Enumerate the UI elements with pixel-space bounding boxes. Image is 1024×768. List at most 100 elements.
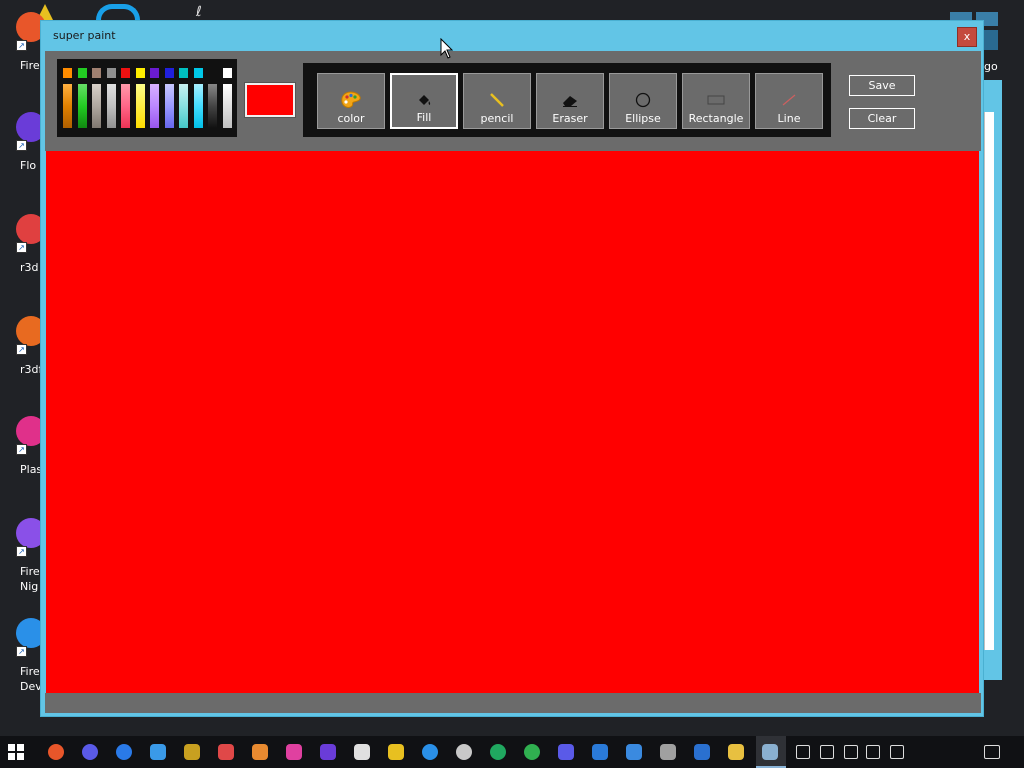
clear-button[interactable]: Clear bbox=[849, 108, 915, 129]
palette-swatch[interactable] bbox=[179, 68, 188, 78]
palette-swatch[interactable] bbox=[106, 68, 116, 78]
tool-label: pencil bbox=[480, 112, 514, 125]
shortcut-arrow-icon: ↗ bbox=[16, 444, 27, 455]
current-color-swatch[interactable] bbox=[244, 82, 296, 118]
fox-orange-icon[interactable] bbox=[252, 744, 268, 760]
bird-blue-icon[interactable] bbox=[592, 744, 608, 760]
tool-color-button[interactable]: color bbox=[317, 73, 385, 129]
windows-start-icon[interactable] bbox=[8, 744, 24, 760]
palette-shade-bar[interactable] bbox=[179, 84, 188, 128]
palette-swatch[interactable] bbox=[208, 68, 217, 78]
tool-pencil-button[interactable]: pencil bbox=[463, 73, 531, 129]
edge-peek-icon[interactable] bbox=[96, 4, 140, 20]
palette-swatch[interactable] bbox=[150, 68, 159, 78]
fox-purple-icon[interactable] bbox=[320, 744, 336, 760]
taskbar bbox=[0, 736, 1024, 768]
background-window-content bbox=[984, 112, 994, 650]
save-button[interactable]: Save bbox=[849, 75, 915, 96]
eraser-icon bbox=[537, 90, 603, 110]
firefox-blue-icon[interactable] bbox=[116, 744, 132, 760]
status-strip bbox=[45, 693, 981, 713]
palette-shade-bar[interactable] bbox=[63, 84, 72, 128]
palette-icon bbox=[318, 90, 384, 110]
usb-device-icon[interactable] bbox=[844, 745, 858, 759]
shortcut-arrow-icon: ↗ bbox=[16, 646, 27, 657]
chrome-icon[interactable] bbox=[524, 744, 540, 760]
tool-label: Ellipse bbox=[625, 112, 661, 125]
tool-ellipse-button[interactable]: Ellipse bbox=[609, 73, 677, 129]
fill-bucket-icon bbox=[392, 91, 456, 111]
palette-swatch[interactable] bbox=[222, 68, 232, 78]
tool-group: color Fill pencil Eraser Ellipse Rectangle Lin… bbox=[303, 63, 831, 137]
palette-shade-bar[interactable] bbox=[150, 84, 159, 128]
window-title: super paint bbox=[53, 29, 116, 42]
paint-app-icon[interactable] bbox=[762, 744, 778, 760]
tool-label: Rectangle bbox=[688, 112, 744, 125]
edge-icon[interactable] bbox=[422, 744, 438, 760]
palette-swatch[interactable] bbox=[92, 68, 101, 78]
desktop-shortcut-label: r3d bbox=[20, 261, 39, 274]
shortcut-arrow-icon: ↗ bbox=[16, 242, 27, 253]
tool-fill-button[interactable]: Fill bbox=[390, 73, 458, 129]
bird-app-icon[interactable] bbox=[184, 744, 200, 760]
palette-shade-bar[interactable] bbox=[164, 84, 174, 128]
palette-swatch[interactable] bbox=[77, 68, 87, 78]
monitor-app-icon[interactable] bbox=[660, 744, 676, 760]
ball-app-icon[interactable] bbox=[456, 744, 472, 760]
pencil-icon bbox=[464, 90, 530, 110]
desktop-shortcut-label: Fire Nig bbox=[20, 565, 40, 593]
palette-shade-bar[interactable] bbox=[121, 84, 130, 128]
mouse-cursor-icon bbox=[440, 38, 454, 59]
tool-label: Eraser bbox=[552, 112, 588, 125]
m-app-icon[interactable] bbox=[388, 744, 404, 760]
floorp-icon[interactable] bbox=[82, 744, 98, 760]
file-explorer-icon[interactable] bbox=[728, 744, 744, 760]
palette-shade-bar[interactable] bbox=[222, 84, 232, 128]
tool-eraser-button[interactable]: Eraser bbox=[536, 73, 604, 129]
palette-swatch[interactable] bbox=[121, 68, 130, 78]
line-icon bbox=[756, 90, 822, 110]
desktop-shortcut-label: Flo bbox=[20, 159, 37, 172]
drawing-canvas[interactable] bbox=[46, 151, 979, 693]
toolbar: color Fill pencil Eraser Ellipse Rectangle Lin… bbox=[45, 51, 981, 151]
edge-green-icon[interactable] bbox=[490, 744, 506, 760]
edge-dev-icon[interactable] bbox=[694, 744, 710, 760]
tool-label: color bbox=[337, 112, 365, 125]
volume-muted-icon[interactable] bbox=[890, 745, 904, 759]
right-peek-label: go bbox=[984, 60, 998, 73]
shortcut-arrow-icon: ↗ bbox=[16, 140, 27, 151]
palette-swatch[interactable] bbox=[63, 68, 72, 78]
super-paint-window: super paint x color Fill pencil Eraser Ellip… bbox=[40, 20, 984, 717]
close-button[interactable]: x bbox=[957, 27, 977, 47]
palette-shade-bar[interactable] bbox=[77, 84, 87, 128]
palette-shade-bar[interactable] bbox=[208, 84, 217, 128]
notifications-icon[interactable] bbox=[984, 745, 1000, 759]
palette-shade-bar[interactable] bbox=[135, 84, 145, 128]
zen-icon[interactable] bbox=[354, 744, 370, 760]
fox-red-icon[interactable] bbox=[218, 744, 234, 760]
waterfox-icon[interactable] bbox=[150, 744, 166, 760]
bird-blue2-icon[interactable] bbox=[626, 744, 642, 760]
palette-shade-bar[interactable] bbox=[193, 84, 203, 128]
palette-swatch[interactable] bbox=[164, 68, 174, 78]
firefox-icon[interactable] bbox=[48, 744, 64, 760]
ellipse-icon bbox=[610, 90, 676, 110]
tool-label: Fill bbox=[416, 111, 432, 124]
rectangle-icon bbox=[683, 90, 749, 110]
security-shield-icon[interactable] bbox=[820, 745, 834, 759]
tool-label: Line bbox=[777, 112, 801, 125]
fox-pink-icon[interactable] bbox=[286, 744, 302, 760]
shortcut-arrow-icon: ↗ bbox=[16, 40, 27, 51]
color-palette bbox=[57, 59, 237, 137]
title-bar[interactable]: super paint x bbox=[41, 21, 983, 51]
network-monitor-icon[interactable] bbox=[796, 745, 810, 759]
cursor-app-icon[interactable] bbox=[558, 744, 574, 760]
palette-shade-bar[interactable] bbox=[106, 84, 116, 128]
network-icon[interactable] bbox=[866, 745, 880, 759]
palette-swatch[interactable] bbox=[135, 68, 145, 78]
palette-shade-bar[interactable] bbox=[92, 84, 101, 128]
tool-rectangle-button[interactable]: Rectangle bbox=[682, 73, 750, 129]
desktop-shortcut-label: Fire bbox=[20, 59, 40, 72]
palette-swatch[interactable] bbox=[193, 68, 203, 78]
tool-line-button[interactable]: Line bbox=[755, 73, 823, 129]
